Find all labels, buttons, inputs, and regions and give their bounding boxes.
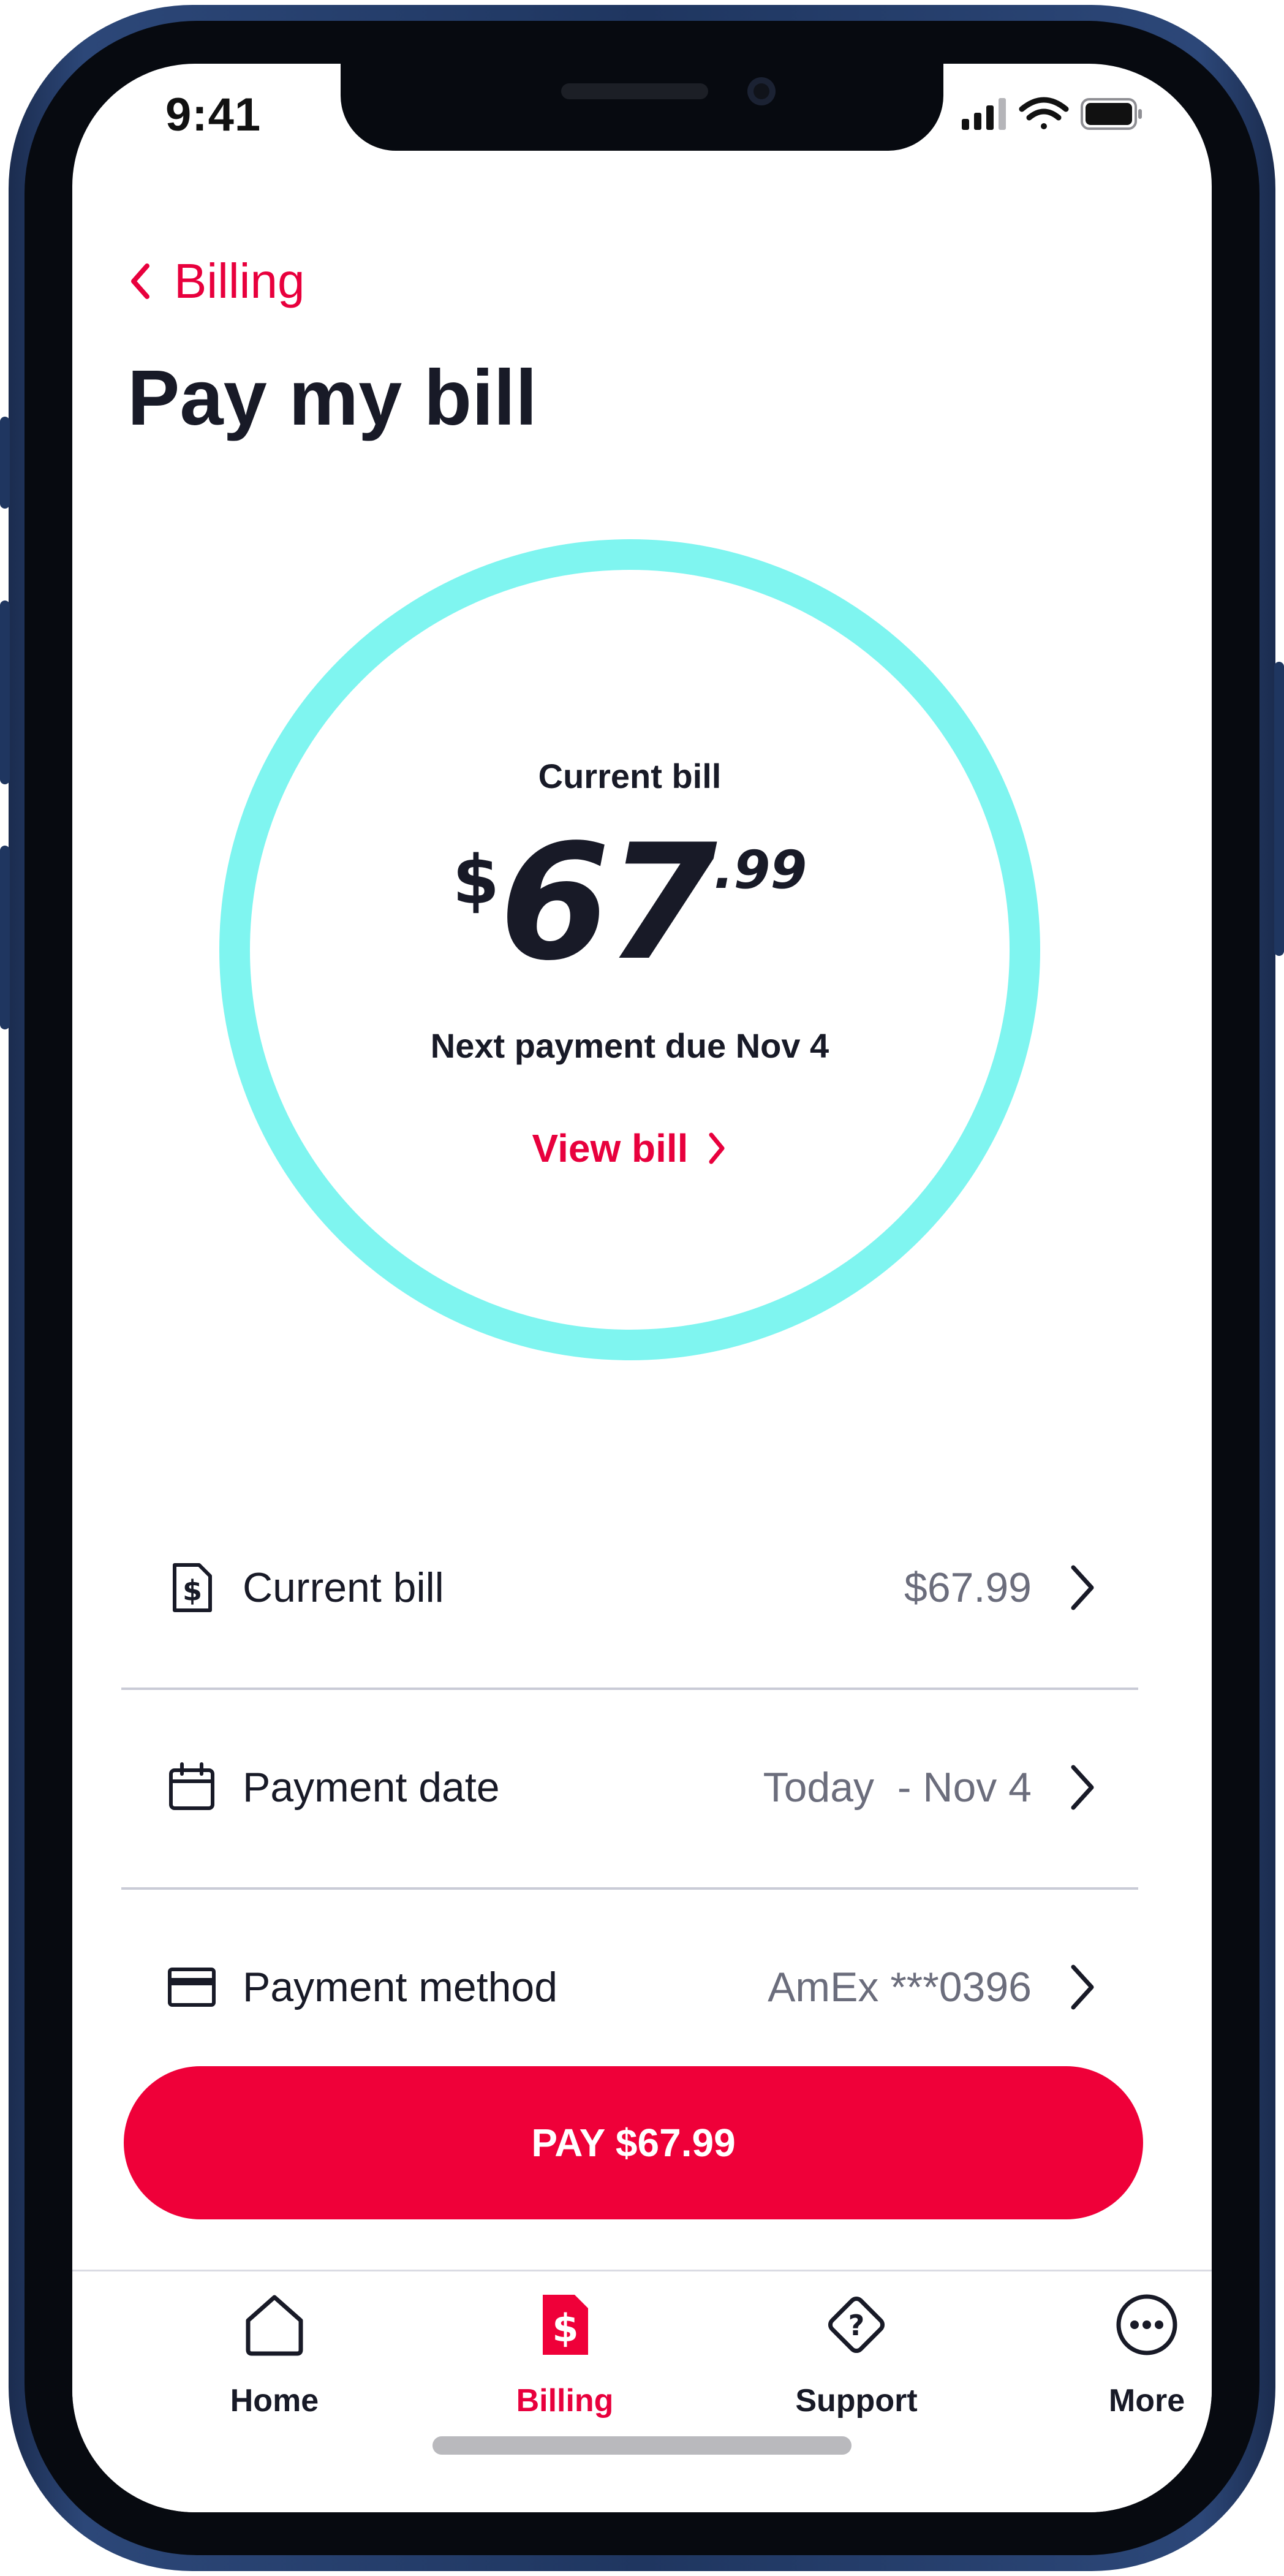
chevron-left-icon	[131, 263, 149, 299]
row-label: Payment date	[243, 1764, 500, 1811]
front-camera	[747, 77, 776, 105]
phone-side-button-power	[1274, 662, 1284, 956]
battery-icon	[1081, 98, 1142, 130]
tab-more[interactable]: More	[1037, 2288, 1212, 2435]
tab-label: Billing	[516, 2383, 614, 2419]
row-value: $67.99	[904, 1564, 1032, 1611]
current-bill-heading: Current bill	[538, 757, 722, 795]
tab-label: Support	[795, 2383, 918, 2419]
calendar-icon	[164, 1760, 219, 1815]
back-button[interactable]: Billing	[127, 248, 372, 315]
chevron-right-icon	[709, 1132, 725, 1164]
wifi-icon	[1019, 97, 1069, 129]
amount-decimal: .99	[714, 839, 807, 901]
tab-label: Home	[230, 2383, 319, 2419]
row-label: Current bill	[243, 1564, 444, 1611]
phone-side-button-action	[0, 417, 10, 509]
svg-text:$: $	[183, 1574, 202, 1607]
tab-home[interactable]: Home	[164, 2288, 385, 2435]
current-bill-row[interactable]: $ Current bill $67.99	[121, 1511, 1138, 1664]
chevron-right-icon	[1071, 1964, 1094, 2010]
status-time: 9:41	[165, 89, 262, 141]
support-icon: ?	[820, 2288, 893, 2362]
tab-billing[interactable]: $ Billing	[455, 2288, 675, 2435]
status-icons	[962, 97, 1142, 130]
svg-text:?: ?	[848, 2309, 865, 2342]
bill-amount: $67.99	[219, 824, 1040, 983]
chevron-right-icon	[1071, 1765, 1094, 1810]
billing-icon: $	[528, 2288, 602, 2362]
phone-screen: 9:41 Billing Pay my bill Current bill $6…	[72, 64, 1212, 2512]
phone-side-button-volume-up	[0, 600, 10, 784]
payment-method-row[interactable]: Payment method AmEx ***0396	[121, 1911, 1138, 2064]
row-divider	[121, 1688, 1138, 1690]
cellular-signal-icon	[962, 98, 1006, 130]
row-divider	[121, 1887, 1138, 1890]
home-indicator[interactable]	[432, 2436, 852, 2455]
tab-support[interactable]: ? Support	[746, 2288, 967, 2435]
row-label: Payment method	[243, 1964, 558, 2010]
row-value: AmEx ***0396	[768, 1964, 1032, 2010]
view-bill-link[interactable]: View bill	[513, 1118, 746, 1179]
due-date-text: Next payment due Nov 4	[430, 1026, 829, 1065]
back-label: Billing	[174, 254, 305, 308]
pay-button[interactable]: PAY $67.99	[124, 2066, 1143, 2219]
more-icon	[1110, 2288, 1184, 2362]
page-title: Pay my bill	[127, 354, 537, 442]
amount-currency: $	[452, 841, 500, 919]
payment-date-row[interactable]: Payment date Today - Nov 4	[121, 1711, 1138, 1864]
view-bill-label: View bill	[532, 1126, 689, 1170]
row-value: Today - Nov 4	[763, 1764, 1032, 1811]
chevron-right-icon	[1071, 1565, 1094, 1610]
tab-label: More	[1108, 2383, 1185, 2419]
credit-card-icon	[164, 1960, 219, 2015]
svg-text:$: $	[552, 2306, 578, 2351]
amount-integer: 67	[499, 811, 717, 996]
home-icon	[238, 2288, 311, 2362]
dollar-doc-icon: $	[164, 1560, 219, 1615]
notch	[341, 64, 943, 151]
speaker	[561, 83, 708, 99]
phone-side-button-volume-down	[0, 846, 10, 1029]
